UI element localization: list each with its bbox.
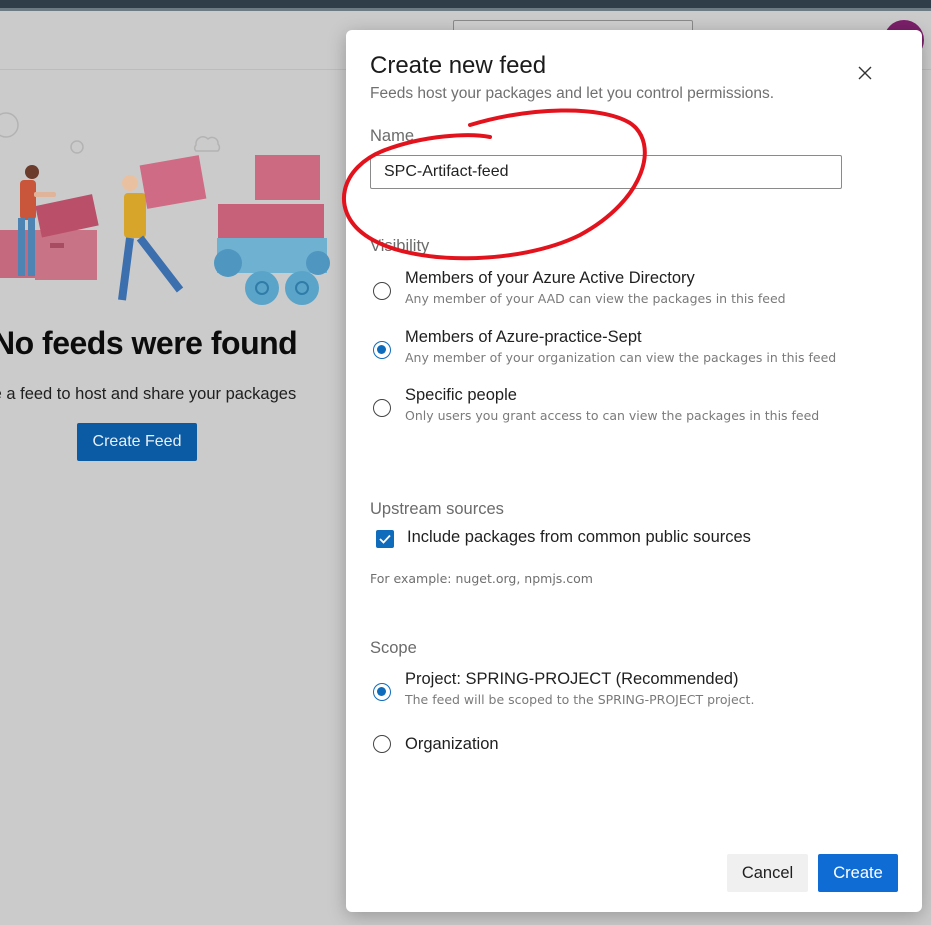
option-label: Members of Azure-practice-Sept (405, 328, 642, 346)
cancel-button[interactable]: Cancel (727, 854, 808, 892)
browser-top-strip-highlight (0, 8, 931, 11)
create-feed-button[interactable]: Create Feed (77, 423, 197, 461)
name-label: Name (370, 127, 415, 145)
visibility-option-aad[interactable]: Members of your Azure Active Directory A… (370, 269, 910, 309)
empty-state-illustration (0, 112, 330, 305)
feed-name-input[interactable] (370, 155, 842, 189)
scope-option-organization[interactable]: Organization (370, 732, 910, 756)
radio-button[interactable] (373, 735, 391, 753)
scope-option-project[interactable]: Project: SPRING-PROJECT (Recommended) Th… (370, 670, 910, 710)
option-label: Organization (405, 735, 499, 753)
visibility-option-specific-people[interactable]: Specific people Only users you grant acc… (370, 386, 910, 426)
radio-button-selected[interactable] (373, 683, 391, 701)
visibility-option-organization[interactable]: Members of Azure-practice-Sept Any membe… (370, 328, 910, 368)
empty-state-title: No feeds were found (0, 325, 298, 361)
radio-button[interactable] (373, 282, 391, 300)
option-description: Any member of your AAD can view the pack… (405, 291, 786, 306)
scope-label: Scope (370, 639, 417, 657)
create-feed-dialog: Create new feed Feeds host your packages… (346, 30, 922, 912)
option-label: Members of your Azure Active Directory (405, 269, 695, 287)
radio-button[interactable] (373, 399, 391, 417)
option-description: The feed will be scoped to the SPRING-PR… (405, 692, 755, 707)
create-button[interactable]: Create (818, 854, 898, 892)
option-label: Project: SPRING-PROJECT (Recommended) (405, 670, 739, 688)
close-button[interactable] (852, 60, 878, 86)
upstream-example-text: For example: nuget.org, npmjs.com (370, 571, 593, 586)
option-description: Any member of your organization can view… (405, 350, 837, 365)
checkbox-checked[interactable] (376, 530, 394, 548)
close-icon (858, 66, 872, 80)
include-public-sources-checkbox[interactable]: Include packages from common public sour… (376, 527, 856, 551)
empty-state-subtitle: te a feed to host and share your package… (0, 385, 297, 403)
dialog-title: Create new feed (370, 52, 547, 79)
checkmark-icon (379, 534, 391, 544)
radio-button-selected[interactable] (373, 341, 391, 359)
dialog-subtitle: Feeds host your packages and let you con… (370, 85, 775, 102)
visibility-label: Visibility (370, 237, 430, 255)
checkbox-label: Include packages from common public sour… (407, 528, 751, 546)
option-label: Specific people (405, 386, 517, 404)
option-description: Only users you grant access to can view … (405, 408, 820, 423)
upstream-sources-label: Upstream sources (370, 500, 504, 518)
